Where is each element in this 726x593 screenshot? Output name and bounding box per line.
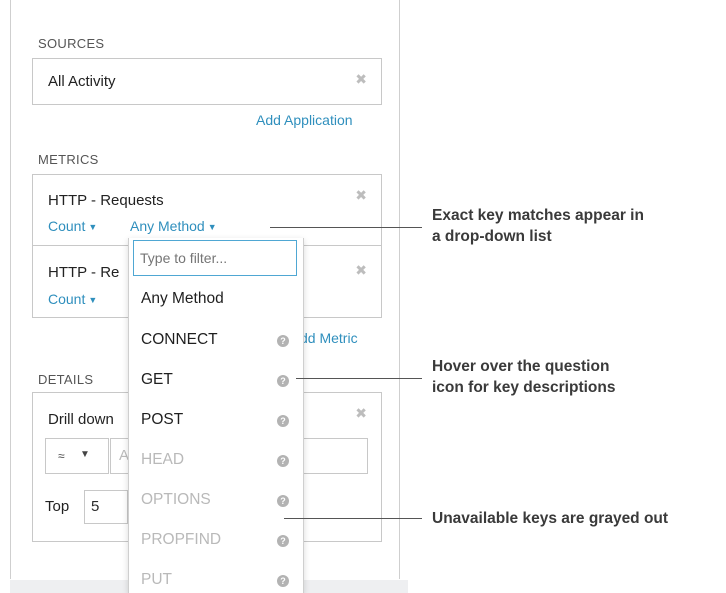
- question-icon[interactable]: ?: [277, 375, 289, 387]
- callout-line: [270, 227, 422, 228]
- callout-question-text: Hover over the question icon for key des…: [432, 356, 615, 398]
- caret-down-icon: ▼: [88, 295, 98, 305]
- source-value: All Activity: [48, 73, 116, 90]
- option-put: PUT: [141, 571, 172, 588]
- option-post[interactable]: POST: [141, 411, 183, 429]
- callout-line1: Unavailable keys are grayed out: [432, 510, 669, 527]
- caret-down-icon: ▼: [207, 222, 217, 232]
- operator-value: ≈: [58, 449, 65, 463]
- metric-name: HTTP - Re: [48, 264, 120, 281]
- question-icon[interactable]: ?: [277, 335, 289, 347]
- option-any-method[interactable]: Any Method: [141, 290, 224, 308]
- aggregation-label: Count: [48, 291, 86, 307]
- close-icon[interactable]: ✖: [355, 71, 367, 88]
- operator-select[interactable]: ≈ ▼: [45, 438, 109, 474]
- filter-input[interactable]: [133, 240, 297, 276]
- question-icon[interactable]: ?: [277, 535, 289, 547]
- caret-down-icon: ▼: [88, 222, 98, 232]
- sources-title: SOURCES: [38, 36, 105, 51]
- metrics-title: METRICS: [38, 152, 99, 167]
- callout-line2: icon for key descriptions: [432, 379, 616, 396]
- method-label: Any Method: [130, 218, 205, 234]
- close-icon[interactable]: ✖: [355, 405, 367, 422]
- drill-down-label: Drill down: [48, 411, 114, 428]
- source-field[interactable]: All Activity ✖: [32, 58, 382, 105]
- callout-line: [284, 518, 422, 519]
- callout-line: [296, 378, 422, 379]
- add-application-link[interactable]: Add Application: [256, 112, 353, 128]
- callout-dropdown-text: Exact key matches appear in a drop-down …: [432, 205, 644, 247]
- metric-item[interactable]: HTTP - Requests ✖ Count ▼ Any Method ▼: [32, 174, 382, 246]
- metric-name: HTTP - Requests: [48, 192, 164, 209]
- option-get[interactable]: GET: [141, 371, 173, 389]
- close-icon[interactable]: ✖: [355, 187, 367, 204]
- callout-unavailable-text: Unavailable keys are grayed out: [432, 508, 668, 529]
- method-select[interactable]: Any Method ▼: [130, 218, 217, 234]
- caret-down-icon: ▼: [80, 449, 90, 460]
- method-dropdown: Any Method CONNECT ? GET ? POST ? HEAD ?…: [128, 238, 304, 593]
- top-label: Top: [45, 498, 70, 515]
- question-icon[interactable]: ?: [277, 575, 289, 587]
- close-icon[interactable]: ✖: [355, 262, 367, 279]
- question-icon[interactable]: ?: [277, 455, 289, 467]
- aggregation-label: Count: [48, 218, 86, 234]
- callout-line1: Hover over the question: [432, 358, 610, 375]
- top-input[interactable]: 5: [84, 490, 128, 524]
- add-metric-link[interactable]: dd Metric: [300, 330, 358, 346]
- option-connect[interactable]: CONNECT: [141, 331, 218, 349]
- option-propfind: PROPFIND: [141, 531, 222, 548]
- question-icon[interactable]: ?: [277, 495, 289, 507]
- aggregation-select[interactable]: Count ▼: [48, 218, 97, 234]
- callout-line2: a drop-down list: [432, 228, 552, 245]
- question-icon[interactable]: ?: [277, 415, 289, 427]
- details-title: DETAILS: [38, 372, 94, 387]
- callout-line1: Exact key matches appear in: [432, 207, 644, 224]
- option-options: OPTIONS: [141, 491, 211, 508]
- aggregation-select[interactable]: Count ▼: [48, 291, 97, 307]
- option-head: HEAD: [141, 451, 185, 468]
